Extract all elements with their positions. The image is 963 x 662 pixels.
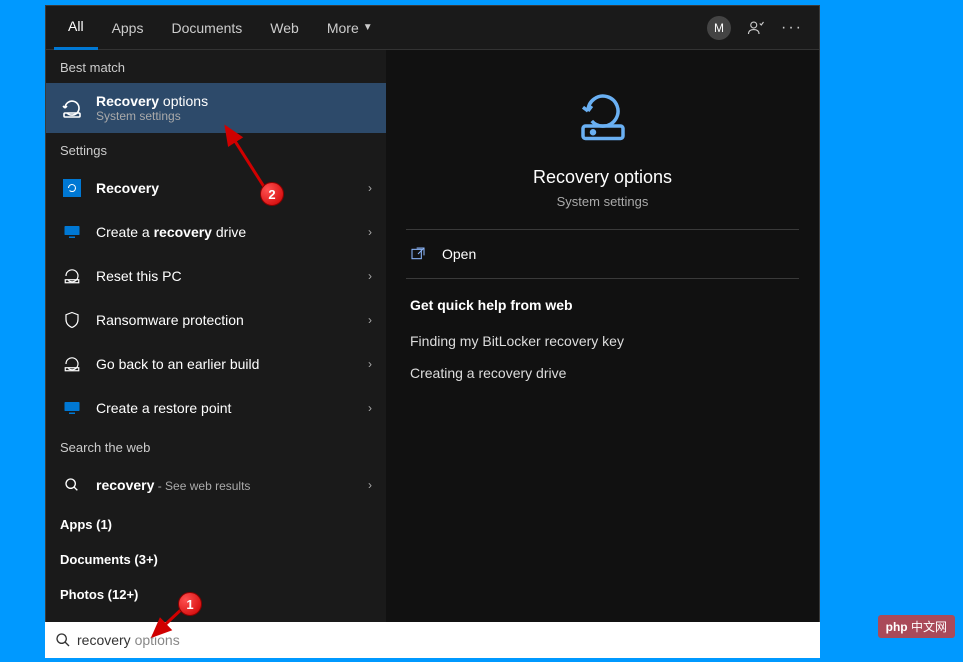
windows-search-panel: All Apps Documents Web More▼ M ··· Best …: [45, 5, 820, 625]
rollback-icon: [60, 352, 84, 376]
annotation-marker-1: 1: [178, 592, 202, 616]
chevron-right-icon: ›: [368, 313, 372, 327]
category-documents[interactable]: Documents (3+): [46, 542, 386, 577]
open-action[interactable]: Open: [406, 230, 799, 278]
chevron-right-icon: ›: [368, 401, 372, 415]
recovery-large-icon: [573, 86, 633, 146]
chevron-right-icon: ›: [368, 269, 372, 283]
monitor-icon: [60, 396, 84, 420]
recovery-icon: [60, 96, 84, 120]
annotation-marker-2: 2: [260, 182, 284, 206]
result-go-back-earlier-build[interactable]: Go back to an earlier build ›: [46, 342, 386, 386]
search-icon: [60, 473, 84, 497]
help-link-bitlocker[interactable]: Finding my BitLocker recovery key: [406, 325, 799, 357]
help-link-recovery-drive[interactable]: Creating a recovery drive: [406, 357, 799, 389]
tab-all[interactable]: All: [54, 6, 98, 50]
result-reset-pc[interactable]: Reset this PC ›: [46, 254, 386, 298]
settings-icon: [60, 176, 84, 200]
result-preview-panel: Recovery options System settings Open Ge…: [386, 50, 819, 624]
user-avatar[interactable]: M: [707, 16, 731, 40]
chevron-down-icon: ▼: [363, 22, 373, 33]
search-web-label: Search the web: [46, 430, 386, 463]
result-create-restore-point[interactable]: Create a restore point ›: [46, 386, 386, 430]
watermark: php php中文网中文网: [878, 615, 955, 638]
preview-subtitle: System settings: [406, 194, 799, 209]
search-icon: [55, 632, 71, 648]
tab-documents[interactable]: Documents: [157, 6, 256, 50]
tab-more[interactable]: More▼: [313, 6, 387, 50]
reset-icon: [60, 264, 84, 288]
preview-title: Recovery options: [406, 167, 799, 188]
tab-apps[interactable]: Apps: [98, 6, 158, 50]
more-options-icon[interactable]: ···: [781, 19, 803, 37]
shield-icon: [60, 308, 84, 332]
category-apps[interactable]: Apps (1): [46, 507, 386, 542]
result-create-recovery-drive[interactable]: Create a recovery drive ›: [46, 210, 386, 254]
category-photos[interactable]: Photos (12+): [46, 577, 386, 612]
feedback-icon[interactable]: [747, 19, 765, 37]
chevron-right-icon: ›: [368, 478, 372, 492]
monitor-icon: [60, 220, 84, 244]
chevron-right-icon: ›: [368, 181, 372, 195]
chevron-right-icon: ›: [368, 357, 372, 371]
best-match-label: Best match: [46, 50, 386, 83]
result-ransomware-protection[interactable]: Ransomware protection ›: [46, 298, 386, 342]
search-tabs-bar: All Apps Documents Web More▼ M ···: [46, 6, 819, 50]
result-web-recovery[interactable]: recovery - See web results ›: [46, 463, 386, 507]
chevron-right-icon: ›: [368, 225, 372, 239]
quick-help-title: Get quick help from web: [406, 279, 799, 325]
open-icon: [410, 246, 430, 262]
tab-web[interactable]: Web: [256, 6, 313, 50]
